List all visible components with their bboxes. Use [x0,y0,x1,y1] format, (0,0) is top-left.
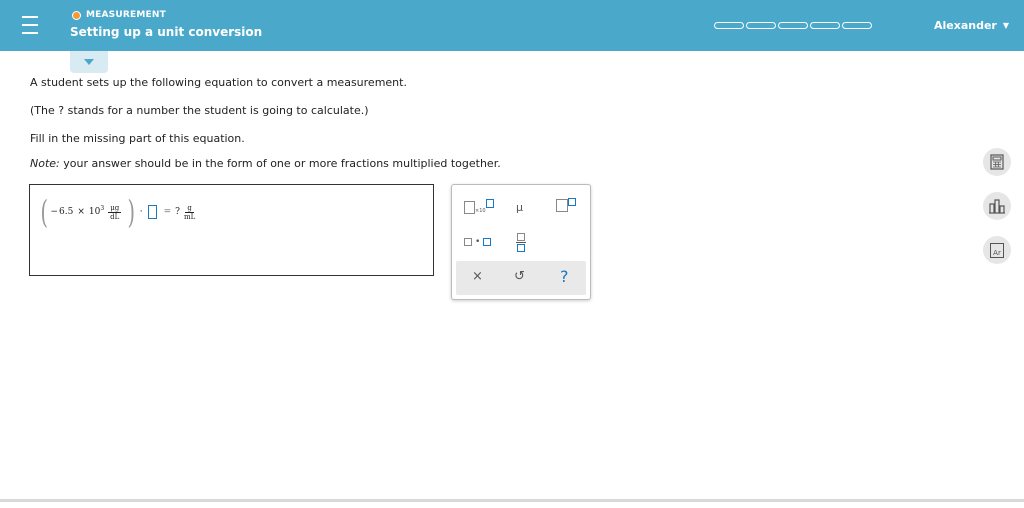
x10-label: ×10 [475,207,486,214]
numerator-box-icon [517,233,525,241]
help-button[interactable]: ? [560,267,569,286]
times-sign: × [77,207,85,217]
clear-button[interactable]: × [472,269,483,284]
triangle-down-icon [84,59,94,65]
equation: ( − 6.5 × 10 3 μg dL ) · = ? g mL [38,195,199,229]
unknown-value: ? [175,207,180,217]
progress-segment [778,22,808,29]
user-menu[interactable]: Alexander ▼ [934,19,1009,32]
answer-area[interactable]: ( − 6.5 × 10 3 μg dL ) · = ? g mL [29,184,434,276]
fraction-bar-icon [516,242,526,243]
result-fraction: g mL [184,204,195,221]
base-box-icon [556,199,568,212]
right-box-icon [483,238,492,246]
right-paren: ) [127,193,136,231]
collapse-toggle[interactable] [70,51,108,73]
exponent: 3 [100,204,105,212]
progress-segment [842,22,872,29]
dot-label: • [475,237,481,247]
question-line-2: (The ? stands for a number the student i… [30,104,369,117]
equals-sign: = [163,207,172,217]
note-label: Note: [30,157,60,170]
caret-down-icon: ▼ [1002,21,1010,30]
base: 10 [88,207,101,217]
superscript-key[interactable] [556,197,576,212]
mantissa: 6.5 [59,207,74,217]
progress-segment [746,22,776,29]
result-numerator: g [185,203,194,213]
denominator-box-icon [517,244,525,252]
unit-denominator: dL [110,212,120,221]
unit-fraction: μg dL [108,203,122,221]
result-denominator: mL [183,212,196,221]
question-line-3: Fill in the missing part of this equatio… [30,132,245,145]
topic-status-icon [72,10,81,20]
multiply-key[interactable]: • [464,237,492,247]
answer-input-slot[interactable] [147,205,157,219]
chart-icon[interactable] [983,192,1011,220]
page-title: Setting up a unit conversion [70,25,263,39]
left-paren: ( [40,193,48,231]
top-bar: MEASUREMENT Setting up a unit conversion… [0,0,1024,51]
exponent-box-icon [485,199,494,208]
unit-numerator: μg [108,203,122,213]
square-placeholder-icon [464,201,475,214]
question-line-1: A student sets up the following equation… [30,76,407,89]
progress-bar [714,22,874,29]
periodic-table-icon[interactable]: Ar [983,236,1011,264]
menu-icon[interactable] [22,16,38,34]
progress-segment [714,22,744,29]
left-box-icon [464,238,472,246]
question-note: Note: your answer should be in the form … [30,157,501,170]
topic-text: MEASUREMENT [86,10,166,20]
keypad-actions: × ↺ ? [456,261,586,295]
undo-button[interactable]: ↺ [514,269,525,284]
mu-key[interactable]: μ [516,201,523,214]
multiply-dot: · [139,207,143,217]
footer-divider [0,499,1024,502]
topic-label: MEASUREMENT [72,10,166,20]
superscript-box-icon [568,197,576,206]
scientific-notation-key[interactable]: ×10 [464,199,494,214]
progress-segment [810,22,840,29]
math-keypad: ×10 μ • × ↺ ? [451,184,591,300]
fraction-key[interactable] [516,233,526,252]
sign: − [50,207,59,217]
user-name: Alexander [934,19,997,32]
note-text: your answer should be in the form of one… [59,157,501,170]
calculator-icon[interactable] [983,148,1011,176]
periodic-element-tile: Ar [990,242,1004,258]
